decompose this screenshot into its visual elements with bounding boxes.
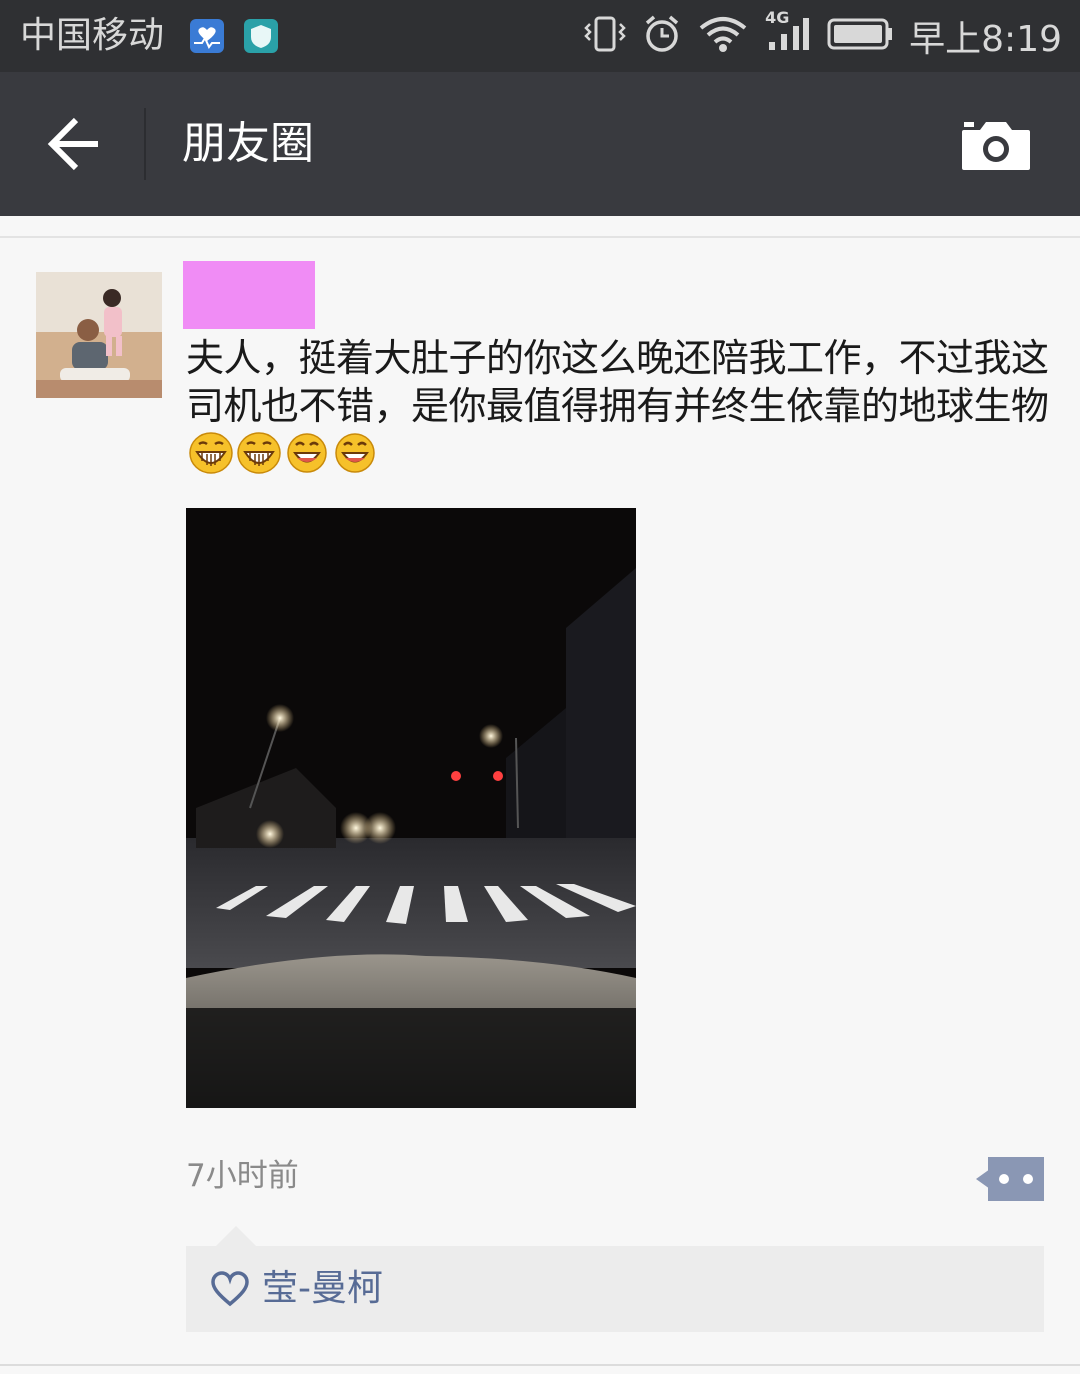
comment-dots-icon: [976, 1157, 1044, 1207]
network-type-label: 4G: [765, 8, 790, 27]
nav-bar: 朋友圈: [0, 72, 1080, 216]
shield-app-icon: [244, 19, 278, 53]
heart-icon: [210, 1270, 250, 1308]
vibrate-icon: [583, 14, 627, 58]
smile-emoji: [332, 430, 378, 485]
signal-icon: 4G: [765, 8, 811, 58]
arrow-left-icon: [28, 117, 118, 184]
post-body: 夫人，挺着大肚子的你这么晚还陪我工作，不过我这司机也不错，是你最值得拥有并终生依…: [186, 336, 1049, 428]
liker-name[interactable]: 莹-曼柯: [262, 1264, 383, 1314]
post-text: 夫人，挺着大肚子的你这么晚还陪我工作，不过我这司机也不错，是你最值得拥有并终生依…: [186, 334, 1056, 485]
clock: 早上8:19: [909, 19, 1062, 60]
nav-divider: [144, 108, 146, 180]
likes-panel: 莹-曼柯: [186, 1246, 1044, 1332]
battery-icon: [827, 14, 893, 58]
carrier-label: 中国移动: [20, 15, 165, 56]
post-photo[interactable]: [186, 508, 636, 1108]
wifi-icon: [697, 14, 749, 58]
alarm-icon: [643, 14, 681, 58]
smile-emoji: [284, 430, 330, 485]
page-title: 朋友圈: [182, 118, 314, 169]
comment-button[interactable]: [976, 1155, 1044, 1203]
camera-icon: [958, 122, 1034, 178]
username-redacted[interactable]: [183, 261, 315, 329]
avatar[interactable]: [36, 272, 162, 398]
health-app-icon: [190, 19, 224, 53]
status-icons: 4G 早上8:19: [583, 8, 1062, 62]
like-box-caret: [216, 1226, 256, 1246]
back-button[interactable]: [28, 108, 118, 180]
divider: [0, 1364, 1080, 1366]
divider: [0, 236, 1080, 238]
grin-emoji: [188, 430, 234, 485]
status-bar: 中国移动 4G 早上8:19: [0, 0, 1080, 72]
grin-emoji: [236, 430, 282, 485]
post-timestamp: 7小时前: [186, 1158, 299, 1194]
camera-button[interactable]: [958, 118, 1034, 174]
